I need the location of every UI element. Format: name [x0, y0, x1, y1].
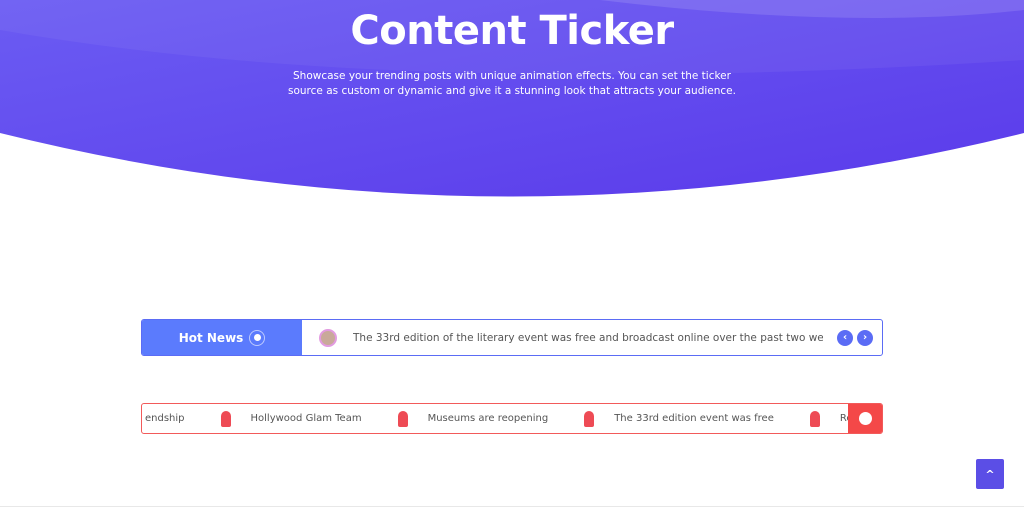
- hero-banner: Content Ticker Showcase your trending po…: [0, 0, 1024, 200]
- ticker-item[interactable]: Museums are reopening: [390, 407, 548, 431]
- next-button[interactable]: ›: [857, 329, 873, 346]
- hot-news-ticker: Hot News The 33rd edition of the literar…: [141, 319, 883, 356]
- post-thumbnail: [802, 407, 828, 431]
- ticker-item[interactable]: endship: [145, 413, 185, 424]
- ticker-item[interactable]: Real-Life Friends: [802, 407, 848, 431]
- ticker-item[interactable]: Hollywood Glam Team: [213, 407, 362, 431]
- pause-button[interactable]: [848, 404, 882, 433]
- prev-button[interactable]: ‹: [837, 329, 853, 346]
- page-subtitle: Showcase your trending posts with unique…: [288, 70, 736, 97]
- ticker-label: Hot News: [142, 320, 302, 355]
- scroll-to-top-button[interactable]: ^: [976, 459, 1004, 489]
- post-thumbnail: [576, 407, 602, 431]
- post-thumbnail: [213, 407, 239, 431]
- live-dot-icon: [249, 329, 266, 346]
- circle-icon: [858, 412, 872, 425]
- post-thumbnail: [319, 328, 337, 347]
- scrolling-ticker: endship Hollywood Glam Team Museums are …: [141, 403, 883, 434]
- chevron-up-icon: ^: [985, 467, 995, 481]
- page-title: Content Ticker: [350, 8, 674, 54]
- ticker-text[interactable]: The 33rd edition of the literary event w…: [353, 332, 823, 344]
- post-thumbnail: [390, 407, 416, 431]
- divider: [0, 506, 1024, 507]
- ticker-item[interactable]: The 33rd edition event was free: [576, 407, 774, 431]
